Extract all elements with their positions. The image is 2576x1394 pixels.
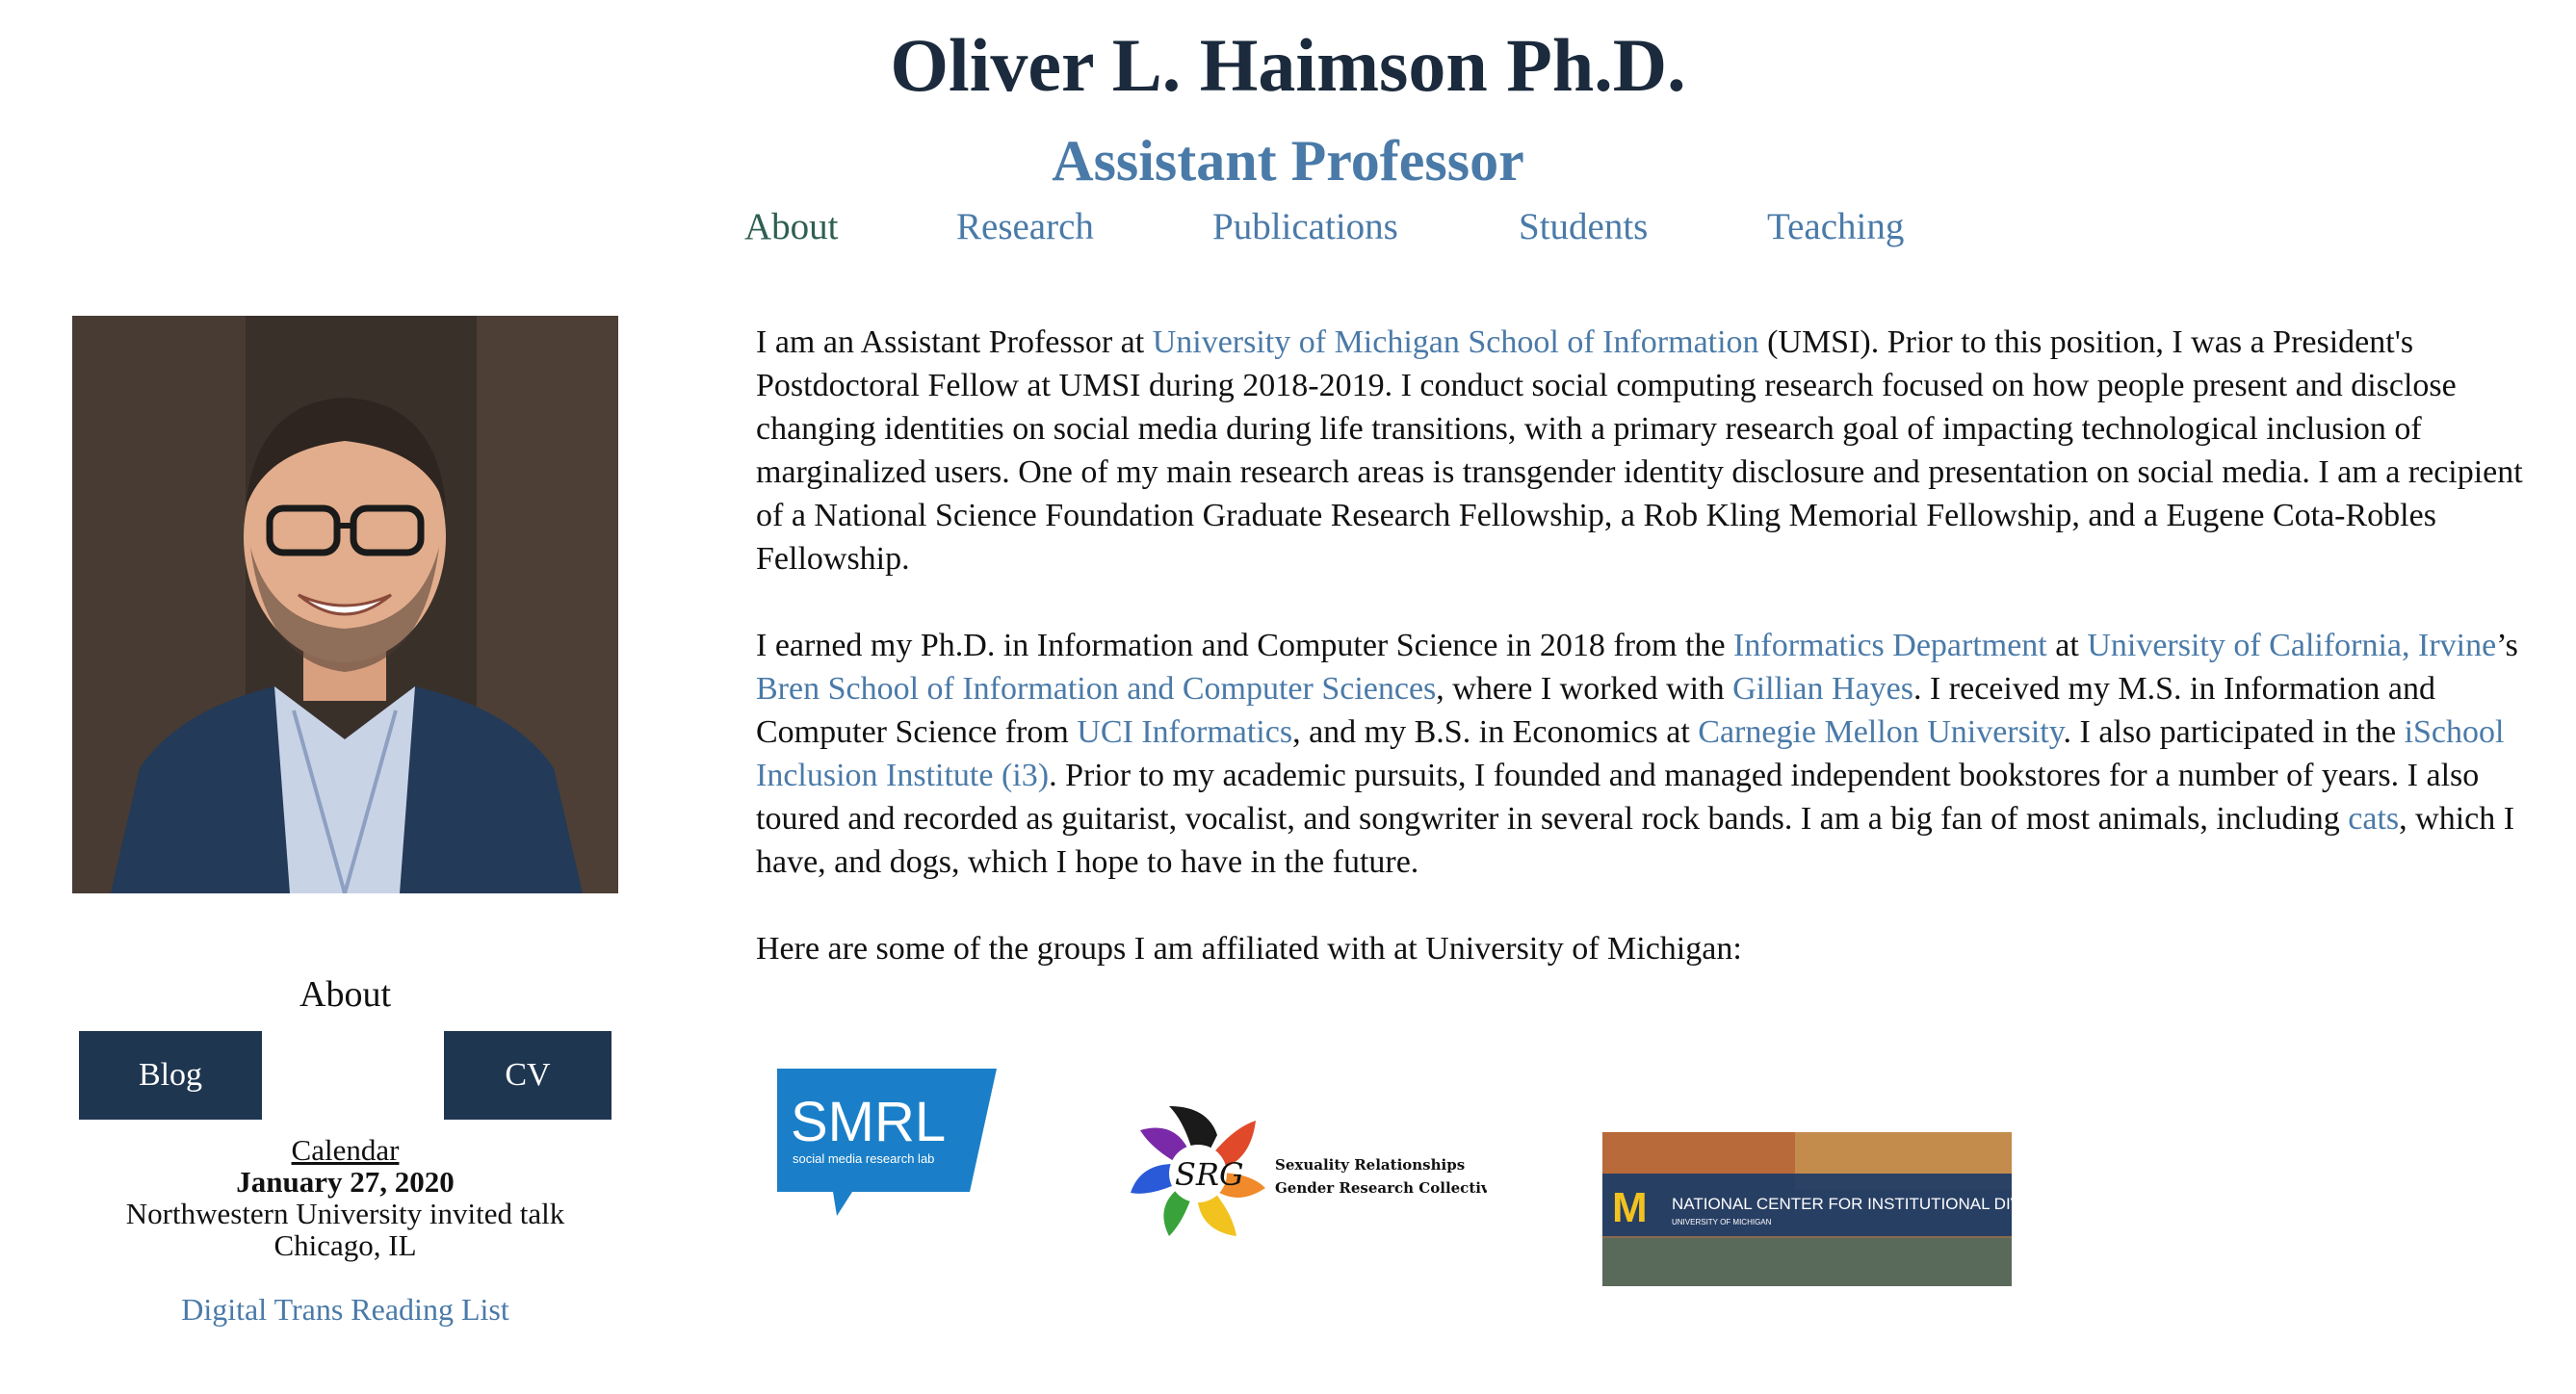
bio-paragraph: Here are some of the groups I am affilia…	[756, 931, 1742, 967]
nav-item-about[interactable]: About	[744, 198, 839, 256]
bio-text: . I also participated in the	[2063, 714, 2405, 750]
bio-text: I am an Assistant Professor at	[756, 324, 1153, 360]
srg-logo[interactable]: SRG Sexuality Relationships Gender Resea…	[1121, 1097, 1487, 1251]
cats-link[interactable]: cats	[2348, 801, 2399, 837]
block-m-icon: M	[1612, 1184, 1648, 1231]
calendar: Calendar January 27, 2020 Northwestern U…	[72, 1134, 618, 1261]
calendar-title[interactable]: Calendar	[72, 1134, 618, 1166]
bio-paragraph: I am an Assistant Professor at Universit…	[756, 321, 2557, 581]
cv-button[interactable]: CV	[444, 1031, 611, 1120]
srg-abbr: SRG	[1175, 1156, 1244, 1193]
bren-school-link[interactable]: Bren School of Information and Computer …	[756, 671, 1436, 707]
smrl-subtitle: social media research lab	[793, 1151, 934, 1166]
bio-text: , where I worked with	[1436, 671, 1733, 707]
reading-list-link[interactable]: Digital Trans Reading List	[72, 1288, 618, 1330]
ncid-subtitle: UNIVERSITY OF MICHIGAN	[1672, 1218, 1772, 1226]
informatics-link[interactable]: Informatics Department	[1733, 628, 2047, 663]
ncid-name: NATIONAL CENTER FOR INSTITUTIONAL DIVERS…	[1672, 1195, 2012, 1213]
ncid-logo[interactable]: M NATIONAL CENTER FOR INSTITUTIONAL DIVE…	[1602, 1132, 2012, 1286]
calendar-location: Chicago, IL	[273, 1228, 417, 1262]
gillian-hayes-link[interactable]: Gillian Hayes	[1732, 671, 1913, 707]
bio-content: I am an Assistant Professor at Universit…	[756, 321, 2557, 1014]
nav-item-teaching[interactable]: Teaching	[1767, 198, 1904, 256]
bio-text: I earned my Ph.D. in Information and Com…	[756, 628, 1734, 663]
profile-photo	[72, 316, 618, 893]
calendar-event: Northwestern University invited talk	[125, 1197, 565, 1230]
bio-paragraph: I earned my Ph.D. in Information and Com…	[756, 624, 2557, 884]
cmu-link[interactable]: Carnegie Mellon University	[1698, 714, 2063, 750]
bio-text: (UMSI). Prior to this position, I was a …	[756, 324, 2523, 577]
uci-informatics-link[interactable]: UCI Informatics	[1077, 714, 1292, 750]
sidebar-about-label: About	[299, 974, 391, 1015]
nav-item-publications[interactable]: Publications	[1212, 198, 1398, 256]
bio-text: at	[2046, 628, 2088, 663]
page-subtitle: Assistant Professor	[1052, 129, 1524, 193]
calendar-date: January 27, 2020	[236, 1165, 455, 1199]
srg-line1: Sexuality Relationships	[1275, 1156, 1465, 1174]
nav-item-students[interactable]: Students	[1519, 198, 1648, 256]
umsi-link[interactable]: University of Michigan School of Informa…	[1153, 324, 1759, 360]
nav-item-research[interactable]: Research	[956, 198, 1094, 256]
bio-text: , and my B.S. in Economics at	[1292, 714, 1699, 750]
smrl-logo[interactable]: SMRL social media research lab	[777, 1069, 997, 1218]
srg-pinwheel-icon: SRG	[1131, 1106, 1265, 1236]
srg-line2: Gender Research Collective	[1275, 1179, 1487, 1197]
bio-text: ’s	[2496, 628, 2518, 663]
smrl-abbr: SMRL	[791, 1091, 946, 1153]
uci-link[interactable]: University of California, Irvine	[2087, 628, 2496, 663]
page-title: Oliver L. Haimson Ph.D.	[890, 23, 1686, 107]
blog-button[interactable]: Blog	[79, 1031, 262, 1120]
